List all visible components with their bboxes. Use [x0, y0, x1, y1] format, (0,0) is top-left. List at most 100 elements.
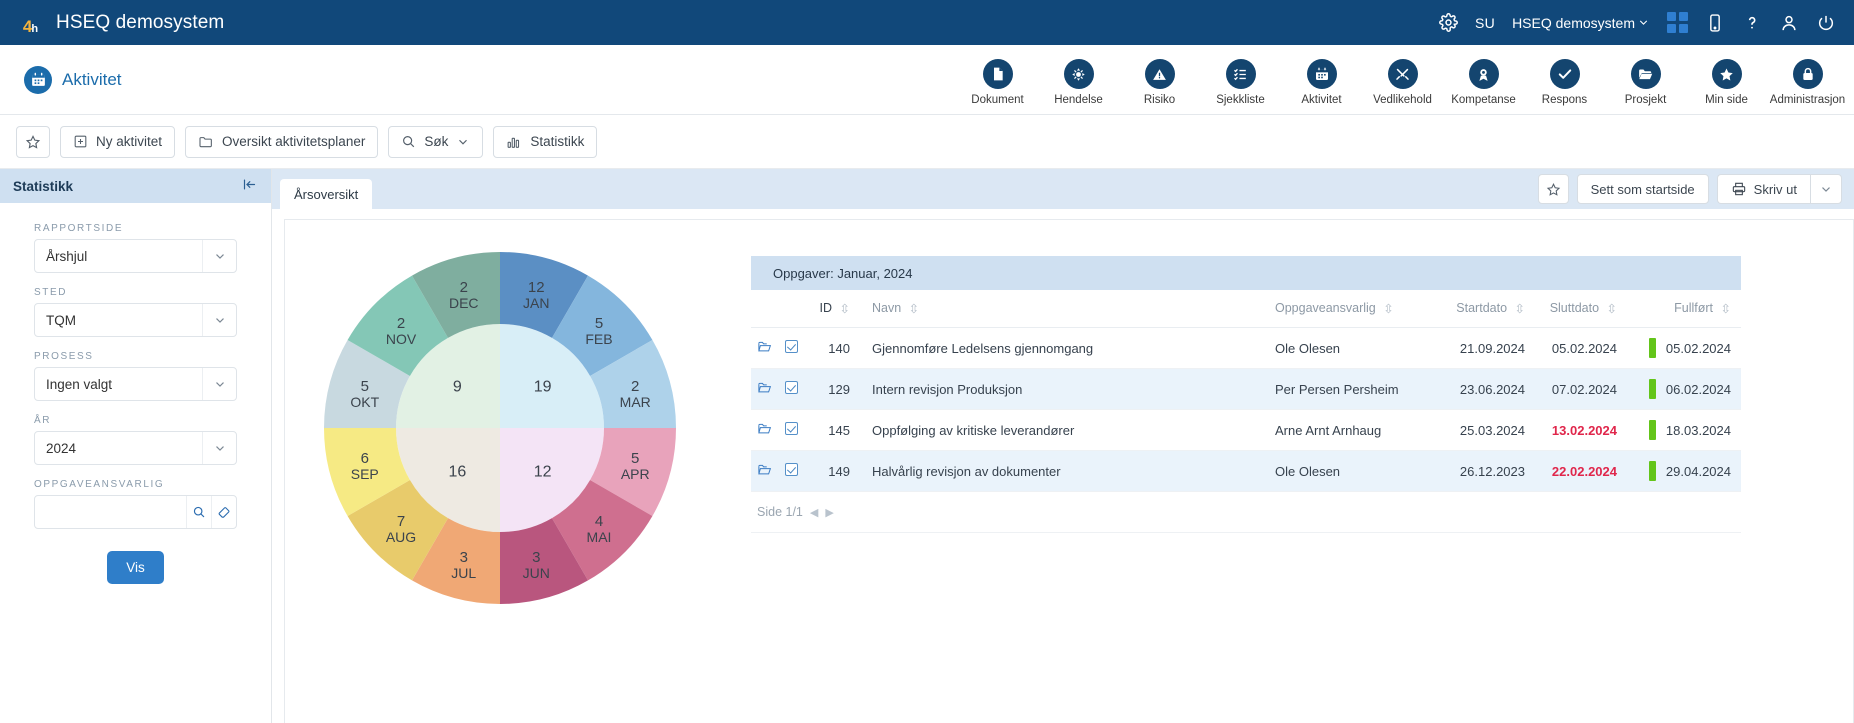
- cell-name[interactable]: Gjennomføre Ledelsens gjennomgang: [866, 327, 1269, 369]
- chevron-down-icon[interactable]: [202, 368, 236, 400]
- module-prosjekt[interactable]: Prosjekt: [1605, 53, 1686, 106]
- tools-icon: [1387, 59, 1418, 89]
- chevron-down-icon[interactable]: [202, 304, 236, 336]
- brand[interactable]: 4h HSEQ demosystem: [18, 11, 224, 35]
- col-responsible[interactable]: Oppgaveansvarlig ⇳: [1269, 290, 1445, 328]
- row-checkbox[interactable]: [778, 450, 804, 492]
- tab-arsoversikt[interactable]: Årsoversikt: [280, 179, 373, 209]
- sort-icon[interactable]: ⇳: [909, 301, 919, 316]
- print-button[interactable]: Skriv ut: [1716, 174, 1810, 204]
- module-label: Sjekkliste: [1216, 94, 1265, 106]
- col-open: [751, 290, 778, 328]
- module-kompetanse[interactable]: Kompetanse: [1443, 53, 1524, 106]
- sort-icon[interactable]: ⇳: [1721, 301, 1731, 316]
- search-icon[interactable]: [186, 496, 211, 528]
- cell-enddate: 05.02.2024: [1537, 327, 1629, 369]
- open-folder-icon[interactable]: [751, 450, 778, 492]
- calendar-icon: [24, 65, 52, 94]
- pager-next-icon[interactable]: ▶: [825, 506, 833, 519]
- system-selector-label: HSEQ demosystem: [1512, 14, 1635, 31]
- chevron-down-icon[interactable]: [202, 240, 236, 272]
- folder-icon: [1630, 59, 1661, 89]
- cell-name[interactable]: Oppfølging av kritiske leverandører: [866, 409, 1269, 451]
- apps-grid-icon[interactable]: [1667, 12, 1688, 33]
- row-checkbox[interactable]: [778, 368, 804, 410]
- pager-prev-icon[interactable]: ◀: [810, 506, 818, 519]
- mobile-icon[interactable]: [1705, 13, 1725, 33]
- responsible-input[interactable]: [35, 496, 186, 528]
- sort-icon[interactable]: ⇳: [1383, 301, 1393, 316]
- cell-responsible: Ole Olesen: [1269, 450, 1445, 492]
- user-icon[interactable]: [1779, 13, 1799, 33]
- document-icon: [982, 59, 1013, 89]
- favorite-button[interactable]: [16, 125, 50, 158]
- col-enddate[interactable]: Sluttdato ⇳: [1537, 290, 1629, 328]
- year-wheel-svg[interactable]: 12JAN5FEB2MAR5APR4MAI3JUN3JUL7AUG6SEP5OK…: [320, 248, 680, 608]
- wheel-quarter-value-Q3: 16: [448, 464, 466, 481]
- module-respons[interactable]: Respons: [1524, 53, 1605, 106]
- location-select[interactable]: TQM: [34, 303, 237, 337]
- cell-name[interactable]: Halvårlig revisjon av dokumenter: [866, 450, 1269, 492]
- module-hendelse[interactable]: Hendelse: [1038, 53, 1119, 106]
- cell-startdate: 26.12.2023: [1445, 450, 1537, 492]
- chevron-down-icon[interactable]: [202, 432, 236, 464]
- table-row[interactable]: 129 Intern revisjon Produksjon Per Persen …: [751, 368, 1741, 410]
- module-min-side[interactable]: Min side: [1686, 53, 1767, 106]
- show-button[interactable]: Vis: [107, 551, 164, 584]
- table-row[interactable]: 140 Gjennomføre Ledelsens gjennomgang Ole …: [751, 327, 1741, 369]
- search-button[interactable]: Søk: [388, 125, 484, 158]
- sort-icon[interactable]: ⇳: [1515, 301, 1525, 316]
- module-dokument[interactable]: Dokument: [957, 53, 1038, 106]
- module-label: Kompetanse: [1451, 94, 1516, 106]
- open-folder-icon[interactable]: [751, 409, 778, 451]
- statistics-button[interactable]: Statistikk: [493, 125, 598, 158]
- wheel-month-value-JUN: 3: [532, 549, 540, 566]
- collapse-left-icon[interactable]: [241, 177, 258, 196]
- module-risiko[interactable]: Risiko: [1119, 53, 1200, 106]
- open-folder-icon[interactable]: [751, 368, 778, 410]
- table-row[interactable]: 145 Oppfølging av kritiske leverandører Ar…: [751, 409, 1741, 451]
- help-icon[interactable]: [1742, 13, 1762, 33]
- module-label: Respons: [1541, 94, 1588, 106]
- field-oppgaveansvarlig: Oppgaveansvarlig: [34, 479, 237, 529]
- cell-name[interactable]: Intern revisjon Produksjon: [866, 368, 1269, 410]
- set-startpage-button[interactable]: Sett som startside: [1576, 174, 1709, 204]
- favorite-page-button[interactable]: [1537, 174, 1569, 204]
- select-value: Ingen valgt: [46, 376, 113, 392]
- field-label: Oppgaveansvarlig: [34, 479, 165, 490]
- row-checkbox[interactable]: [778, 327, 804, 369]
- open-folder-icon[interactable]: [751, 327, 778, 369]
- table-row[interactable]: 149 Halvårlig revisjon av dokumenter Ole O…: [751, 450, 1741, 492]
- process-select[interactable]: Ingen valgt: [34, 367, 237, 401]
- calendar-icon: [1306, 59, 1337, 89]
- col-startdate[interactable]: Startdato ⇳: [1445, 290, 1537, 328]
- report-page-select[interactable]: Årshjul: [34, 239, 237, 273]
- cell-enddate: 22.02.2024: [1537, 450, 1629, 492]
- module-aktivitet[interactable]: Aktivitet: [1281, 53, 1362, 106]
- system-selector[interactable]: HSEQ demosystem: [1512, 15, 1650, 31]
- overview-plans-button[interactable]: Oversikt aktivitetsplaner: [185, 125, 379, 158]
- col-id[interactable]: ID ⇳: [804, 290, 866, 328]
- row-checkbox[interactable]: [778, 409, 804, 451]
- new-activity-button[interactable]: Ny aktivitet: [60, 125, 176, 158]
- col-name[interactable]: Navn ⇳: [866, 290, 1269, 328]
- field-label: År: [34, 415, 52, 426]
- gear-icon[interactable]: [1439, 13, 1458, 32]
- sort-icon[interactable]: ⇳: [840, 301, 850, 316]
- power-icon[interactable]: [1816, 13, 1836, 33]
- col-completed[interactable]: Fullført ⇳: [1629, 290, 1741, 328]
- module-vedlikehold[interactable]: Vedlikehold: [1362, 53, 1443, 106]
- module-sjekkliste[interactable]: Sjekkliste: [1200, 53, 1281, 106]
- wheel-month-label-FEB: FEB: [585, 331, 612, 347]
- print-options-button[interactable]: [1810, 174, 1842, 204]
- eraser-icon[interactable]: [211, 496, 236, 528]
- tab-bar-actions: Sett som startside Skriv ut: [1537, 174, 1842, 204]
- top-bar-right: SU HSEQ demosystem: [1439, 12, 1836, 33]
- year-select[interactable]: 2024: [34, 431, 237, 465]
- module-administrasjon[interactable]: Administrasjon: [1767, 53, 1848, 106]
- user-initials[interactable]: SU: [1475, 15, 1495, 31]
- panel-area: 12 JAN 5 FEB 2 MAR 5 APR 4 MAI 3 JUN 3 JUL 7 AUG 6 SEP 5 OK…: [272, 209, 1854, 723]
- field-ar: År 2024: [34, 415, 237, 465]
- wheel-month-value-JAN: 12: [528, 279, 545, 296]
- sort-icon[interactable]: ⇳: [1607, 301, 1617, 316]
